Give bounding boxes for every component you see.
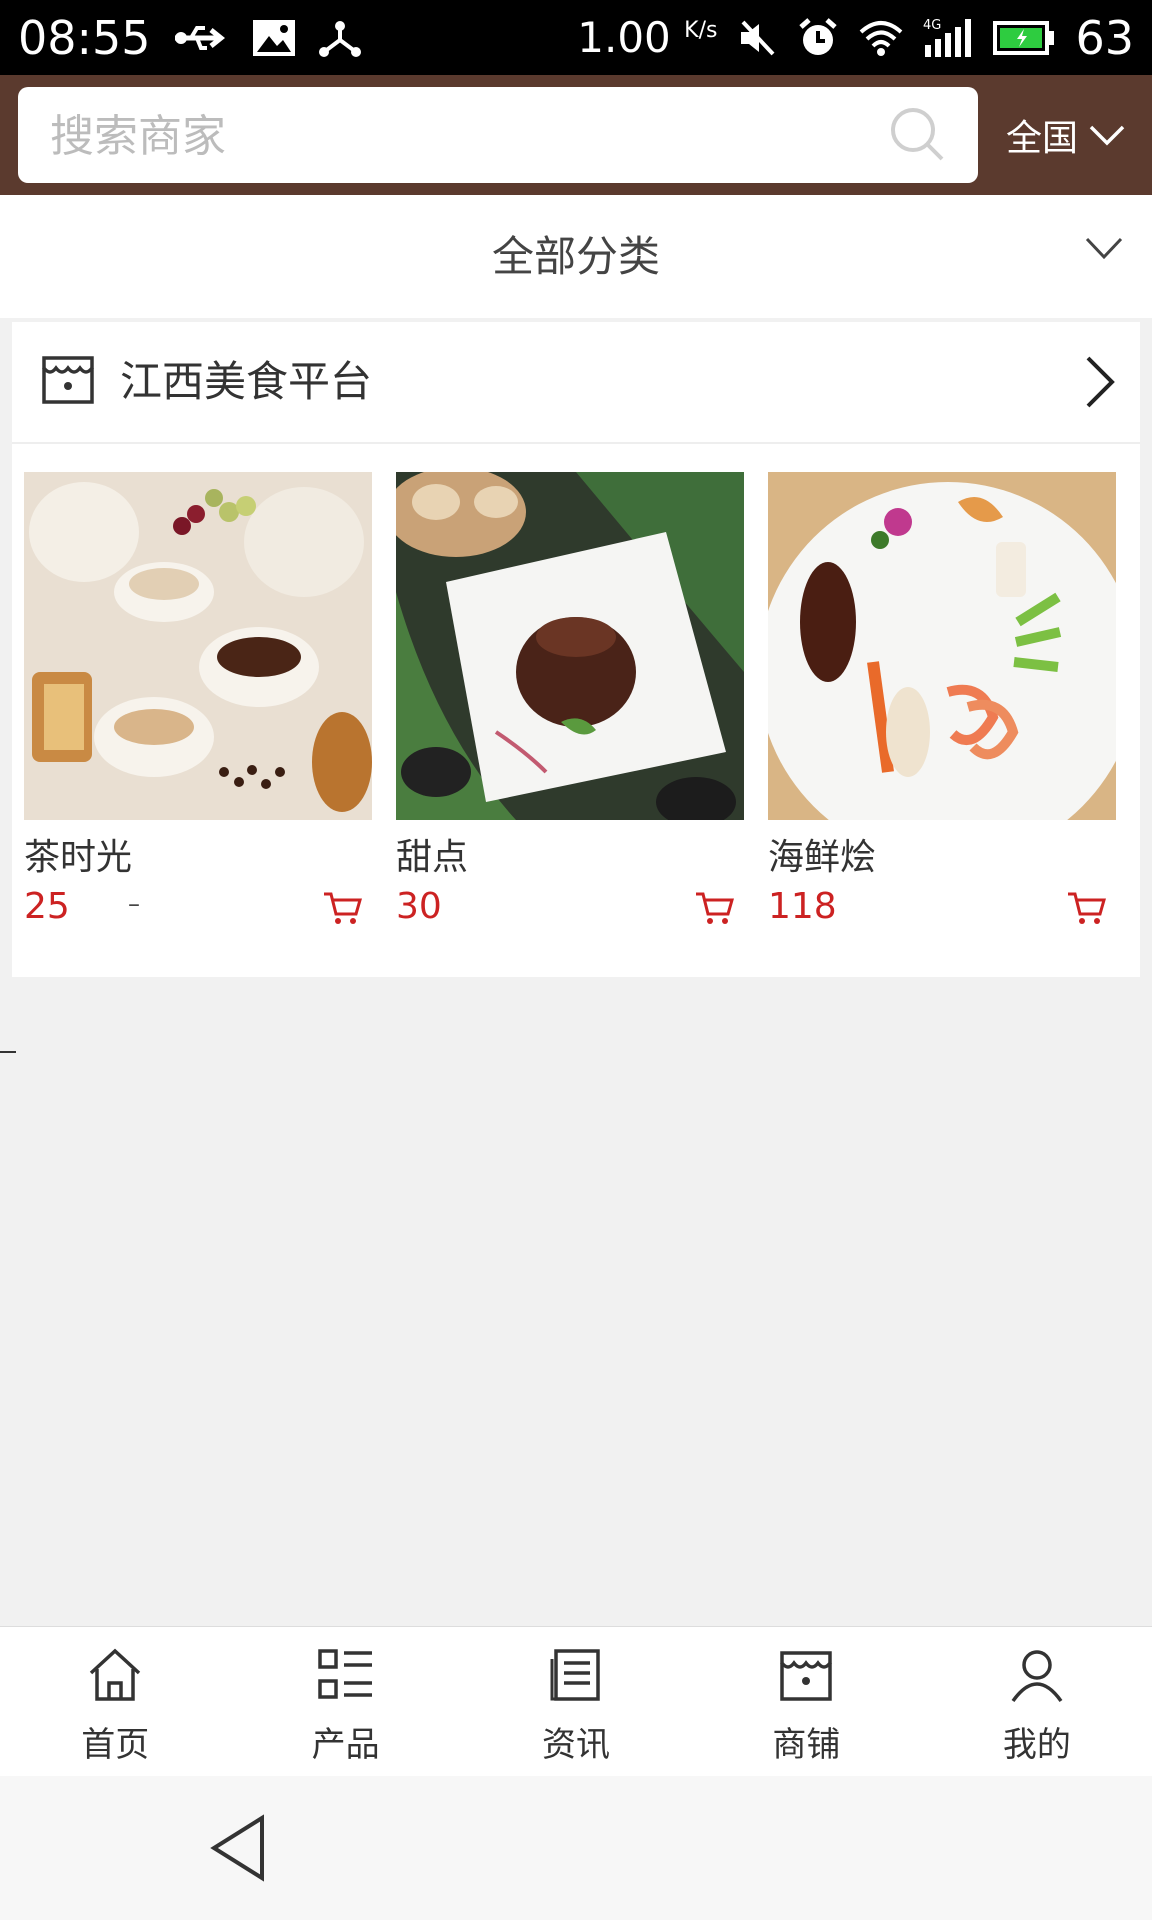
product-price: 118 bbox=[768, 886, 837, 927]
shop-name: 江西美食平台 bbox=[120, 357, 373, 406]
cart-icon[interactable] bbox=[1066, 890, 1106, 930]
document-icon bbox=[546, 1647, 606, 1707]
nav-label: 首页 bbox=[81, 1725, 150, 1765]
product-name: 海鲜烩 bbox=[768, 837, 877, 878]
product-name: 茶时光 bbox=[24, 837, 133, 878]
shop-header[interactable]: 江西美食平台 bbox=[12, 322, 1140, 444]
nav-item-mine[interactable]: 我的 bbox=[922, 1627, 1152, 1777]
user-icon bbox=[1007, 1647, 1067, 1707]
product-image-dessert[interactable] bbox=[396, 472, 744, 820]
chevron-down-icon bbox=[1088, 115, 1126, 156]
product-card[interactable]: 海鲜烩 118 bbox=[768, 472, 1116, 932]
usb-icon bbox=[171, 20, 231, 56]
home-icon bbox=[85, 1647, 145, 1707]
battery-percent: 63 bbox=[1075, 10, 1134, 65]
category-filter[interactable]: 全部分类 bbox=[0, 195, 1152, 318]
battery-icon bbox=[993, 20, 1055, 56]
region-label: 全国 bbox=[1006, 118, 1079, 159]
shop-icon bbox=[40, 352, 96, 412]
mute-icon bbox=[737, 18, 777, 58]
header: 全国 bbox=[0, 75, 1152, 195]
search-icon[interactable] bbox=[888, 105, 948, 169]
nav-label: 商铺 bbox=[772, 1725, 841, 1765]
chevron-down-icon bbox=[1084, 235, 1124, 265]
chevron-right-icon bbox=[1082, 354, 1116, 414]
product-price: 30 bbox=[396, 886, 442, 927]
shop-card: 江西美食平台 茶时光 25 – 甜点 30 海鲜烩 118 bbox=[12, 322, 1140, 977]
search-input[interactable] bbox=[48, 87, 872, 185]
product-image-seafood[interactable] bbox=[768, 472, 1116, 820]
nav-item-products[interactable]: 产品 bbox=[230, 1627, 460, 1777]
alarm-icon bbox=[797, 17, 839, 59]
grid-list-icon bbox=[316, 1647, 376, 1707]
status-time: 08:55 bbox=[18, 10, 151, 65]
image-icon bbox=[251, 18, 297, 58]
share-hub-icon bbox=[317, 18, 363, 58]
signal-icon: 4G bbox=[923, 17, 973, 59]
product-image-tea[interactable] bbox=[24, 472, 372, 820]
price-extra: – bbox=[128, 890, 140, 918]
bottom-nav: 首页 产品 资讯 商铺 我的 bbox=[0, 1626, 1152, 1777]
region-selector[interactable]: 全国 bbox=[1006, 75, 1126, 195]
product-card[interactable]: 甜点 30 bbox=[396, 472, 744, 932]
cart-icon[interactable] bbox=[322, 890, 362, 930]
back-icon[interactable] bbox=[206, 1812, 270, 1888]
nav-item-shops[interactable]: 商铺 bbox=[691, 1627, 921, 1777]
nav-item-home[interactable]: 首页 bbox=[0, 1627, 230, 1777]
product-name: 甜点 bbox=[396, 837, 469, 878]
divider-mark bbox=[0, 1051, 16, 1053]
category-title: 全部分类 bbox=[491, 232, 660, 281]
nav-label: 我的 bbox=[1002, 1725, 1071, 1765]
nav-item-news[interactable]: 资讯 bbox=[461, 1627, 691, 1777]
product-card[interactable]: 茶时光 25 – bbox=[24, 472, 372, 932]
nav-label: 产品 bbox=[311, 1725, 380, 1765]
network-speed: 1.00 K/s bbox=[577, 13, 718, 62]
nav-label: 资讯 bbox=[542, 1725, 611, 1765]
status-bar: 08:55 1.00 K/s 4G 63 bbox=[0, 0, 1152, 75]
cart-icon[interactable] bbox=[694, 890, 734, 930]
system-nav-bar bbox=[0, 1776, 1152, 1920]
search-box[interactable] bbox=[18, 87, 978, 185]
svg-text:4G: 4G bbox=[923, 18, 941, 33]
shop-icon bbox=[776, 1647, 836, 1707]
product-price: 25 bbox=[24, 886, 70, 927]
wifi-icon bbox=[859, 18, 903, 58]
